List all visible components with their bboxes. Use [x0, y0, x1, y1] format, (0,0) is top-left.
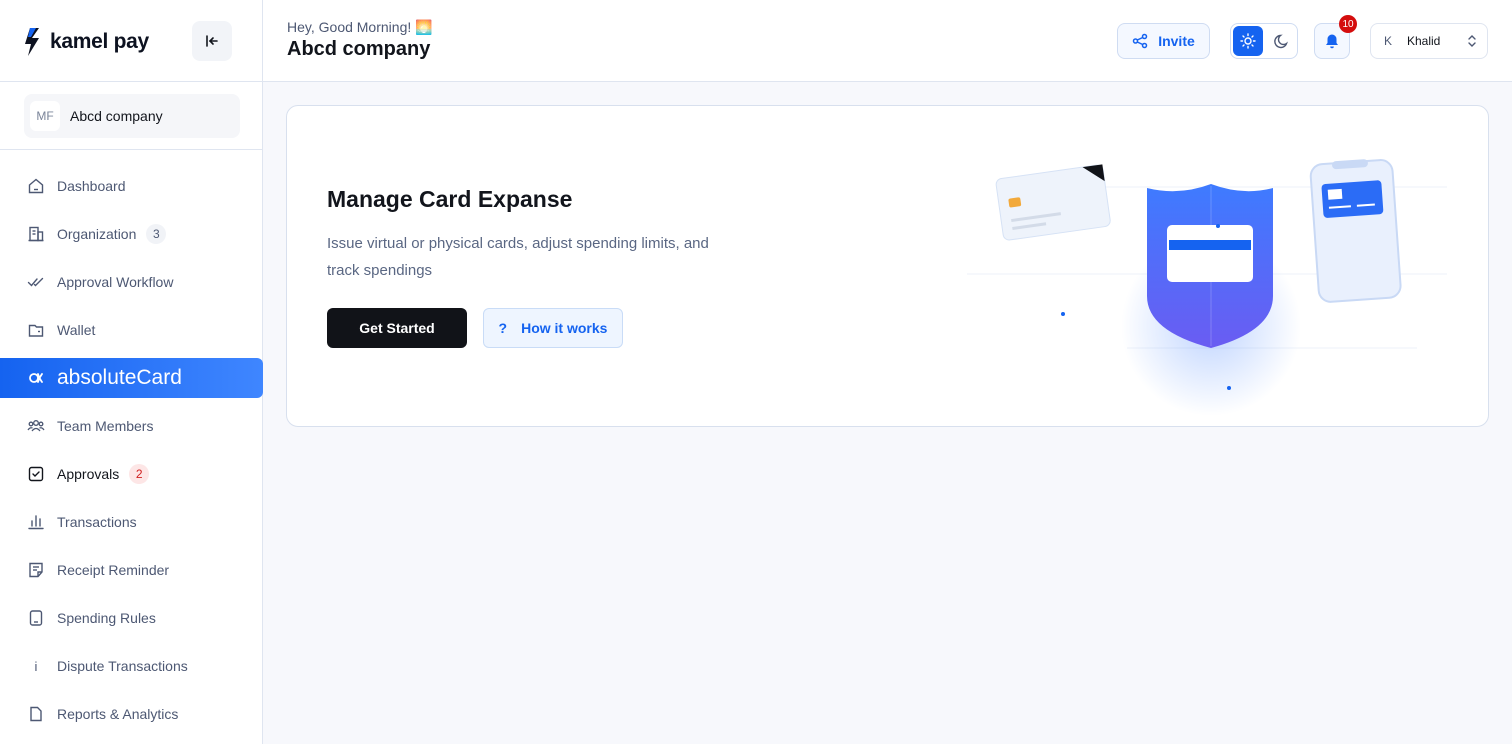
how-it-works-label: How it works [521, 320, 608, 336]
organization-count-badge: 3 [146, 224, 167, 244]
logo-text: kamel pay [50, 30, 149, 53]
company-switcher-row: MF Abcd company [0, 82, 262, 150]
bar-chart-icon [27, 513, 45, 531]
sidebar-item-label: Organization [57, 226, 137, 242]
sidebar-item-dashboard[interactable]: Dashboard [0, 166, 263, 206]
bell-icon [1326, 34, 1338, 49]
greeting-text: Hey, Good Morning! 🌅 [287, 19, 433, 35]
sidebar-item-organization[interactable]: Organization 3 [0, 214, 263, 254]
sidebar-item-wallet[interactable]: Wallet [0, 310, 263, 350]
hero-title: Manage Card Expanse [327, 186, 573, 212]
logo-row: kamel pay [0, 0, 262, 82]
sidebar-item-label: Spending Rules [57, 610, 156, 626]
sidebar-item-label: Team Members [57, 418, 154, 434]
notification-count-badge: 10 [1339, 15, 1357, 33]
sidebar-item-approval-workflow[interactable]: Approval Workflow [0, 262, 263, 302]
sidebar-item-receipt-reminder[interactable]: Receipt Reminder [0, 550, 263, 590]
kamelpay-logo-mark [25, 28, 39, 56]
approvals-count-badge: 2 [129, 464, 150, 484]
card-security-illustration [967, 159, 1447, 416]
page-title: Abcd company [287, 38, 431, 60]
sidebar-item-label: Approval Workflow [57, 274, 174, 290]
theme-toggle [1230, 23, 1298, 59]
sidebar-item-transactions[interactable]: Transactions [0, 502, 263, 542]
top-header: Hey, Good Morning! 🌅 Abcd company Invite… [263, 0, 1512, 82]
sidebar-item-dispute-transactions[interactable]: i Dispute Transactions [0, 646, 263, 686]
dark-mode-button[interactable] [1267, 26, 1297, 56]
bookmark-icon [27, 609, 45, 627]
building-icon [27, 225, 45, 243]
share-icon [1132, 33, 1148, 49]
receipt-icon [27, 561, 45, 579]
light-mode-button[interactable] [1233, 26, 1263, 56]
collapse-left-icon [206, 35, 218, 47]
chevron-updown-icon [1468, 35, 1476, 47]
wallet-icon [27, 321, 45, 339]
sidebar: kamel pay MF Abcd company Dashboard Orga… [0, 0, 263, 744]
sidebar-item-label: Transactions [57, 514, 137, 530]
invite-button[interactable]: Invite [1117, 23, 1210, 59]
how-it-works-button[interactable]: ? How it works [483, 308, 623, 348]
sun-icon [1240, 33, 1256, 49]
sidebar-item-label: Dispute Transactions [57, 658, 188, 674]
sidebar-item-absolutecard[interactable]: absoluteCard [0, 358, 263, 398]
absolutecard-hero-card: Manage Card Expanse Issue virtual or phy… [286, 105, 1489, 427]
moon-icon [1274, 34, 1288, 49]
sidebar-item-label: Approvals [57, 466, 120, 482]
company-name: Abcd company [70, 108, 163, 124]
checkbox-icon [27, 465, 45, 483]
double-check-icon [27, 273, 45, 291]
sidebar-item-label: Wallet [57, 322, 96, 338]
sidebar-item-spending-rules[interactable]: Spending Rules [0, 598, 263, 638]
collapse-sidebar-button[interactable] [192, 21, 232, 61]
users-icon [27, 417, 45, 435]
sidebar-item-approvals[interactable]: Approvals 2 [0, 454, 263, 494]
document-icon [27, 705, 45, 723]
company-switcher[interactable]: MF Abcd company [24, 94, 240, 138]
get-started-button[interactable]: Get Started [327, 308, 467, 348]
kamelpay-logo[interactable]: kamel pay [24, 26, 149, 58]
info-icon: i [34, 658, 38, 674]
sidebar-item-label: absoluteCard [57, 366, 182, 389]
sidebar-item-label: Reports & Analytics [57, 706, 179, 722]
alpha-icon [27, 369, 45, 387]
hero-description: Issue virtual or physical cards, adjust … [327, 235, 709, 279]
sidebar-item-reports-analytics[interactable]: Reports & Analytics [0, 694, 263, 734]
user-menu[interactable]: K Khalid [1370, 23, 1488, 59]
invite-label: Invite [1158, 33, 1195, 49]
sidebar-item-team-members[interactable]: Team Members [0, 406, 263, 446]
company-avatar: MF [30, 101, 60, 131]
user-name: Khalid [1407, 34, 1441, 48]
question-icon: ? [498, 320, 508, 336]
phone-illustration [1309, 159, 1402, 303]
home-icon [27, 177, 45, 195]
user-avatar: K [1383, 34, 1392, 48]
sidebar-item-label: Dashboard [57, 178, 126, 194]
credit-card-illustration [995, 164, 1111, 241]
sidebar-item-label: Receipt Reminder [57, 562, 170, 578]
